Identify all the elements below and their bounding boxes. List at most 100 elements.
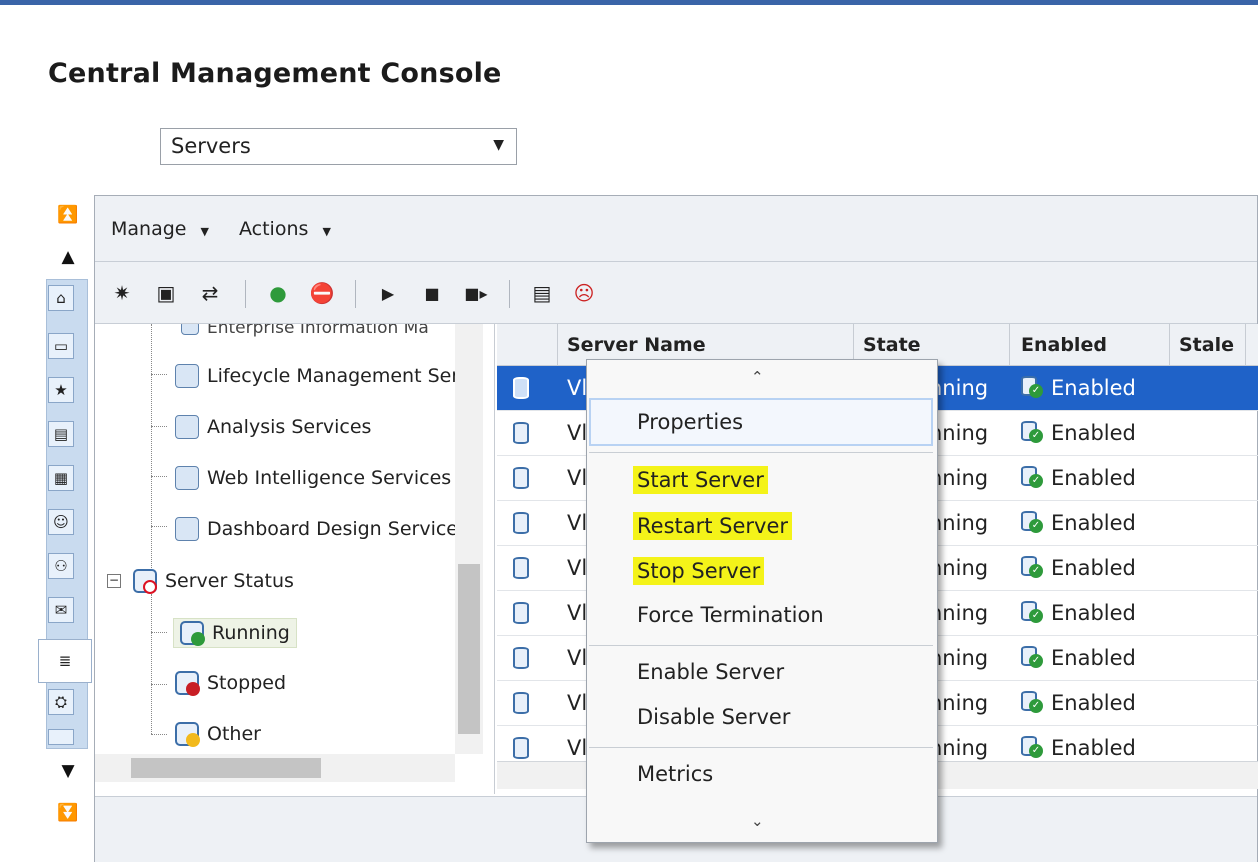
menu-item-stop-server[interactable]: Stop Server xyxy=(633,557,765,585)
scroll-bottom-icon[interactable]: ⏬ xyxy=(56,801,80,825)
tree-guide xyxy=(151,374,167,375)
column-header-state[interactable]: State xyxy=(863,334,921,356)
disable-icon[interactable]: ⛔ xyxy=(307,278,337,308)
menu-item-restart-server[interactable]: Restart Server xyxy=(633,512,793,540)
scrollbar-thumb[interactable] xyxy=(131,758,321,778)
tree-item-enterprise-information[interactable]: Enterprise Information Ma xyxy=(181,324,429,338)
menu-scroll-down-icon[interactable]: ⌄ xyxy=(751,812,764,830)
server-icon xyxy=(513,422,529,444)
tree-item-web-intelligence[interactable]: Web Intelligence Services xyxy=(175,466,451,490)
new-server-icon[interactable]: ✷ xyxy=(107,278,137,308)
cell-enabled-text: Enabled xyxy=(1051,646,1136,670)
menu-item-metrics[interactable]: Metrics xyxy=(637,762,713,786)
menu-separator xyxy=(589,747,933,748)
scroll-up-icon[interactable]: ▲ xyxy=(56,245,80,269)
enable-icon[interactable]: ● xyxy=(263,278,293,308)
menu-item-force-termination[interactable]: Force Termination xyxy=(637,603,824,627)
tree-panel: Enterprise Information Ma Lifecycle Mana… xyxy=(95,324,495,794)
home-icon[interactable]: ⌂ xyxy=(48,285,74,311)
service-icon xyxy=(175,466,199,490)
cell-enabled-text: Enabled xyxy=(1051,421,1136,445)
other-status-icon xyxy=(175,722,200,747)
enabled-icon: ✓ xyxy=(1021,691,1043,713)
enabled-icon: ✓ xyxy=(1021,646,1043,668)
tree-guide xyxy=(151,324,152,586)
cell-enabled-text: Enabled xyxy=(1051,511,1136,535)
enabled-icon: ✓ xyxy=(1021,376,1043,398)
tree-item-label: Server Status xyxy=(165,570,294,592)
scroll-down-icon[interactable]: ▼ xyxy=(56,759,80,783)
menu-separator xyxy=(589,452,933,453)
network-icon[interactable]: ⛭ xyxy=(48,689,74,715)
menu-item-enable-server[interactable]: Enable Server xyxy=(637,660,784,684)
cell-enabled-text: Enabled xyxy=(1051,556,1136,580)
enabled-icon: ✓ xyxy=(1021,736,1043,758)
left-rail: ⏫ ▲ ⌂ ▭ ★ ▤ ▦ ☺ ⚇ ✉ ≣ ⛭ ▼ ⏬ xyxy=(38,195,94,835)
tree-item-label: Enterprise Information Ma xyxy=(207,324,429,338)
users-icon[interactable]: ☺ xyxy=(48,509,74,535)
service-icon xyxy=(175,517,199,541)
context-menu: ⌃ Properties Start Server Restart Server… xyxy=(586,359,938,843)
start-icon[interactable]: ▶ xyxy=(373,278,403,308)
column-separator xyxy=(1009,324,1010,366)
tree-guide xyxy=(151,526,167,527)
enabled-icon: ✓ xyxy=(1021,421,1043,443)
folder-icon[interactable]: ▭ xyxy=(48,333,74,359)
actions-menu[interactable]: Actions ▼ xyxy=(239,218,331,240)
tree-item-stopped[interactable]: Stopped xyxy=(175,671,286,696)
server-icon xyxy=(513,737,529,759)
tree-vertical-scrollbar[interactable] xyxy=(455,324,483,754)
scrollbar-thumb[interactable] xyxy=(458,564,480,734)
menu-separator xyxy=(589,645,933,646)
restart-icon[interactable]: ■▸ xyxy=(461,278,491,308)
cell-enabled-text: Enabled xyxy=(1051,376,1136,400)
clone-server-icon[interactable]: ⇄ xyxy=(195,278,225,308)
tree-item-label: Web Intelligence Services xyxy=(207,467,452,489)
navigation-select[interactable]: Servers ▼ xyxy=(160,128,517,165)
scroll-top-icon[interactable]: ⏫ xyxy=(56,203,80,227)
mail-icon[interactable]: ✉ xyxy=(48,597,74,623)
stop-icon[interactable]: ■ xyxy=(417,278,447,308)
manage-menu[interactable]: Manage ▼ xyxy=(111,218,209,240)
tree-item-other[interactable]: Other xyxy=(175,722,261,747)
inbox-icon[interactable]: ▤ xyxy=(48,421,74,447)
tree-item-label: Other xyxy=(207,723,261,745)
server-icon xyxy=(513,647,529,669)
tree-guide xyxy=(151,684,167,685)
tree-horizontal-scrollbar[interactable] xyxy=(95,754,455,782)
toolbar: ✷ ▣ ⇄ ● ⛔ ▶ ■ ■▸ ▤ ☹ xyxy=(95,262,1257,324)
more-icon[interactable] xyxy=(48,729,74,745)
tree-item-dashboard-design[interactable]: Dashboard Design Service xyxy=(175,517,458,541)
column-header-enabled[interactable]: Enabled xyxy=(1021,334,1107,356)
cell-server-name: Vl xyxy=(567,421,588,445)
metrics-icon[interactable]: ▤ xyxy=(527,278,557,308)
categories-icon[interactable]: ▦ xyxy=(48,465,74,491)
tree-item-lifecycle[interactable]: Lifecycle Management Ser xyxy=(175,364,459,388)
cell-server-name: Vl xyxy=(567,466,588,490)
servers-icon[interactable]: ≣ xyxy=(38,639,92,683)
tree-item-analysis-services[interactable]: Analysis Services xyxy=(175,415,371,439)
manage-caret-icon: ▼ xyxy=(200,225,209,238)
favorites-icon[interactable]: ★ xyxy=(48,377,74,403)
user-remove-icon[interactable]: ☹ xyxy=(569,278,599,308)
column-header-stale[interactable]: Stale xyxy=(1179,334,1234,356)
tree-guide xyxy=(151,632,167,633)
tree-guide xyxy=(151,594,152,734)
tree-item-running[interactable]: Running xyxy=(173,618,297,648)
server-properties-icon[interactable]: ▣ xyxy=(151,278,181,308)
menu-item-disable-server[interactable]: Disable Server xyxy=(637,705,790,729)
server-icon xyxy=(513,557,529,579)
navigation-select-value: Servers xyxy=(171,134,251,158)
column-header-server-name[interactable]: Server Name xyxy=(567,334,706,356)
collapse-icon[interactable]: − xyxy=(107,574,121,588)
user-groups-icon[interactable]: ⚇ xyxy=(48,553,74,579)
cell-server-name: Vl xyxy=(567,376,588,400)
menu-item-properties[interactable]: Properties xyxy=(637,410,743,434)
toolbar-separator xyxy=(355,280,356,308)
menu-scroll-up-icon[interactable]: ⌃ xyxy=(751,368,764,386)
tree-item-label: Dashboard Design Service xyxy=(207,518,458,540)
enabled-icon: ✓ xyxy=(1021,556,1043,578)
menu-item-start-server[interactable]: Start Server xyxy=(633,466,768,494)
tree-item-server-status[interactable]: − Server Status xyxy=(107,569,294,594)
server-icon xyxy=(513,377,529,399)
